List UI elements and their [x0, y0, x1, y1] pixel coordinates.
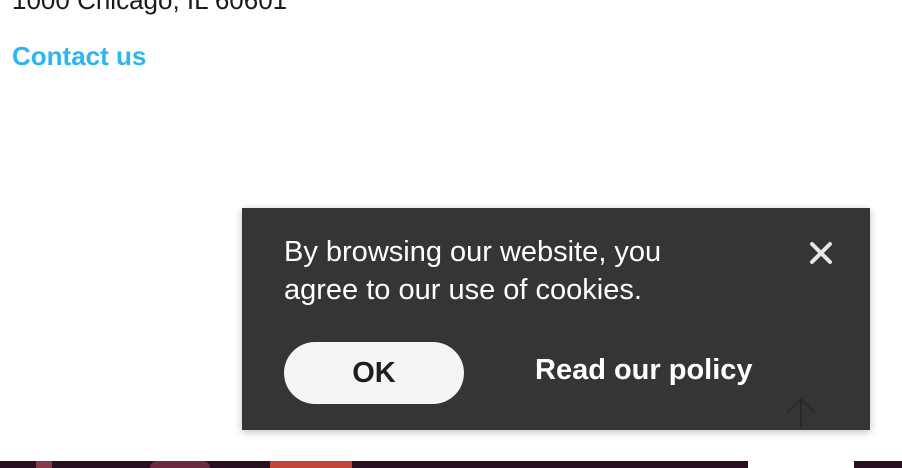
ok-button[interactable]: OK: [284, 342, 464, 404]
footer-art-shape: [270, 461, 352, 468]
footer-address: 1000 Chicago, IL 60601: [12, 0, 288, 15]
close-icon[interactable]: [806, 238, 836, 268]
footer-art-shape: [36, 461, 52, 468]
contact-us-link[interactable]: Contact us: [12, 40, 146, 72]
footer-art-shape: [150, 461, 210, 468]
cookie-consent-banner: By browsing our website, you agree to ou…: [242, 208, 870, 430]
read-policy-link[interactable]: Read our policy: [535, 351, 753, 389]
cookie-message: By browsing our website, you agree to ou…: [284, 236, 662, 306]
